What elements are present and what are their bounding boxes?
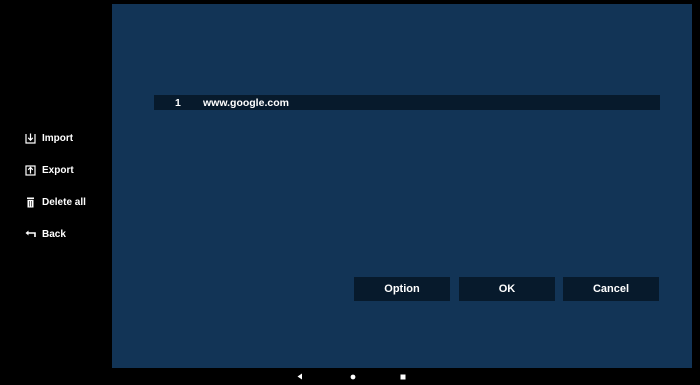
- url-row-index: 1: [175, 96, 181, 109]
- system-navigation-bar: [8, 368, 692, 385]
- ok-button[interactable]: OK: [459, 277, 555, 301]
- import-icon: [24, 132, 36, 144]
- sidebar-item-label: Import: [42, 132, 74, 144]
- sidebar-item-export[interactable]: Export: [24, 161, 74, 179]
- cancel-button[interactable]: Cancel: [563, 277, 659, 301]
- url-row-address: www.google.com: [203, 96, 289, 109]
- export-icon: [24, 164, 36, 176]
- sidebar-item-import[interactable]: Import: [24, 129, 73, 147]
- sidebar: Import Export Delete all Back: [8, 4, 112, 368]
- recents-square-icon[interactable]: [398, 372, 408, 381]
- back-arrow-icon: [24, 228, 36, 240]
- app-screen: Import Export Delete all Back 1 www.goog…: [0, 0, 700, 385]
- trash-icon: [24, 196, 36, 208]
- url-list-row[interactable]: 1 www.google.com: [154, 95, 660, 110]
- option-button[interactable]: Option: [354, 277, 450, 301]
- sidebar-item-label: Delete all: [42, 196, 86, 208]
- back-triangle-icon[interactable]: [295, 372, 305, 381]
- sidebar-item-label: Export: [42, 164, 74, 176]
- sidebar-item-back[interactable]: Back: [24, 225, 66, 243]
- main-panel: 1 www.google.com Option OK Cancel: [112, 4, 692, 368]
- sidebar-item-label: Back: [42, 228, 66, 240]
- home-circle-icon[interactable]: [348, 372, 358, 381]
- sidebar-item-delete-all[interactable]: Delete all: [24, 193, 86, 211]
